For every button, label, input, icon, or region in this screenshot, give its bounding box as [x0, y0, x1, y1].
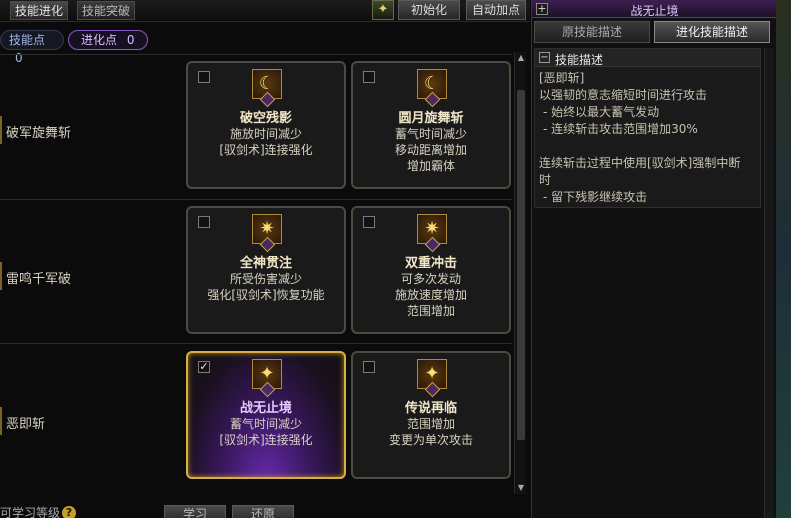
card-title: 圆月旋舞斩: [398, 111, 464, 126]
description-section-header[interactable]: − 技能描述: [535, 49, 760, 67]
evolution-card-selected[interactable]: ✓ ✦ 战无止境 蓄气时间减少 [驭剑术]连接强化: [186, 351, 346, 479]
divider: [0, 54, 512, 55]
description-panel: + 战无止境 原技能描述 进化技能描述 − 技能描述 [恶即斩] 以强韧的意志缩…: [531, 0, 777, 518]
card-effect: 变更为单次攻击: [388, 433, 473, 447]
description-line: 时: [539, 173, 552, 187]
crescent-moon-icon: ☾: [252, 69, 282, 108]
scroll-down-icon[interactable]: ▼: [516, 482, 526, 494]
evolution-card[interactable]: ✷ 全神贯注 所受伤害减少 强化[驭剑术]恢复功能: [186, 206, 346, 334]
evolution-card[interactable]: ✦ 传说再临 范围增加 变更为单次攻击: [351, 351, 511, 479]
card-checkbox[interactable]: [363, 71, 375, 83]
card-checkbox[interactable]: [198, 71, 210, 83]
top-toolbar: 技能进化 技能突破 ✦ 初始化 自动加点: [0, 0, 530, 22]
restore-button[interactable]: 还原: [232, 505, 294, 518]
burst-icon: ✷: [252, 214, 282, 253]
skill-points-badge: 技能点 0: [0, 30, 64, 65]
description-line: - 连续斩击攻击范围增加30%: [543, 122, 698, 136]
skill-list-scrollbar[interactable]: ▲ ▼: [514, 52, 526, 494]
help-icon[interactable]: ?: [62, 506, 76, 518]
panel-scrollbar[interactable]: [764, 48, 774, 518]
row-label-2: 雷鸣千军破: [0, 262, 120, 290]
tab-evolved-description[interactable]: 进化技能描述: [654, 21, 770, 43]
description-line: - 始终以最大蓄气发动: [543, 105, 660, 119]
skill-points-label: 技能点: [9, 33, 46, 47]
card-effect: 可多次发动: [400, 272, 461, 286]
burst-icon: ✷: [417, 214, 447, 253]
description-line: - 留下残影继续攻击: [543, 190, 648, 204]
evolution-points-label: 进化点: [81, 33, 118, 47]
card-effect: 范围增加: [406, 304, 455, 318]
card-effect: 蓄气时间减少: [394, 127, 467, 141]
card-effect: 强化[驭剑术]恢复功能: [207, 288, 325, 302]
row-label-3: 恶即斩: [0, 407, 120, 435]
collapse-icon[interactable]: −: [539, 52, 550, 63]
tab-original-description[interactable]: 原技能描述: [534, 21, 650, 43]
card-title: 破空残影: [239, 111, 292, 126]
card-effect: 所受伤害减少: [229, 272, 302, 286]
scroll-up-icon[interactable]: ▲: [516, 52, 526, 64]
card-checkbox[interactable]: [363, 216, 375, 228]
card-effect: 移动距离增加: [394, 143, 467, 157]
card-effect: [驭剑术]连接强化: [219, 433, 313, 447]
card-effect: 范围增加: [406, 417, 455, 431]
panel-title: 战无止境: [630, 4, 679, 18]
card-effect: 施放速度增加: [394, 288, 467, 302]
row-label-1: 破军旋舞斩: [0, 116, 120, 144]
evolution-card[interactable]: ☾ 破空残影 施放时间减少 [驭剑术]连接强化: [186, 61, 346, 189]
auto-assign-button[interactable]: 自动加点: [466, 0, 526, 20]
description-line: 连续斩击过程中使用[驭剑术]强制中断: [539, 156, 741, 170]
card-effect: [驭剑术]连接强化: [219, 143, 313, 157]
scroll-thumb[interactable]: [517, 90, 525, 440]
card-title: 双重冲击: [404, 256, 457, 271]
section-title: 技能描述: [555, 53, 604, 67]
evolution-points-value: 0: [126, 33, 135, 47]
card-checkbox-checked[interactable]: ✓: [198, 361, 210, 373]
reset-button[interactable]: 初始化: [398, 0, 460, 20]
evolution-card[interactable]: ✷ 双重冲击 可多次发动 施放速度增加 范围增加: [351, 206, 511, 334]
flame-slash-icon: ✦: [417, 359, 447, 398]
skill-description-box: − 技能描述 [恶即斩] 以强韧的意志缩短时间进行攻击 - 始终以最大蓄气发动 …: [534, 48, 761, 208]
points-row: 技能点 0 进化点 0: [0, 28, 530, 65]
divider: [0, 343, 512, 344]
card-title: 全神贯注: [239, 256, 292, 271]
tab-skill-evolution[interactable]: 技能进化: [10, 1, 69, 20]
panel-header: + 战无止境: [532, 0, 777, 18]
card-effect: 增加霸体: [406, 159, 455, 173]
tab-skill-breakthrough[interactable]: 技能突破: [77, 1, 136, 20]
description-line: 以强韧的意志缩短时间进行攻击: [539, 88, 708, 102]
learnable-level-label: 可学习等级: [0, 506, 61, 518]
divider: [0, 199, 512, 200]
card-title: 战无止境: [239, 401, 292, 416]
game-background: [776, 0, 791, 518]
card-effect: 施放时间减少: [229, 127, 302, 141]
evolution-card[interactable]: ☾ 圆月旋舞斩 蓄气时间减少 移动距离增加 增加霸体: [351, 61, 511, 189]
bottom-bar: 可学习等级 ? 学习 还原: [0, 500, 530, 518]
evolution-points-badge: 进化点 0: [68, 30, 148, 50]
card-title: 传说再临: [404, 401, 457, 416]
description-line: [恶即斩]: [539, 71, 585, 85]
crescent-moon-icon: ☾: [417, 69, 447, 108]
flame-slash-icon: ✦: [252, 359, 282, 398]
card-checkbox[interactable]: [363, 361, 375, 373]
sparkle-wand-icon[interactable]: ✦: [372, 0, 394, 20]
card-checkbox[interactable]: [198, 216, 210, 228]
learn-button[interactable]: 学习: [164, 505, 226, 518]
card-effect: 蓄气时间减少: [229, 417, 302, 431]
